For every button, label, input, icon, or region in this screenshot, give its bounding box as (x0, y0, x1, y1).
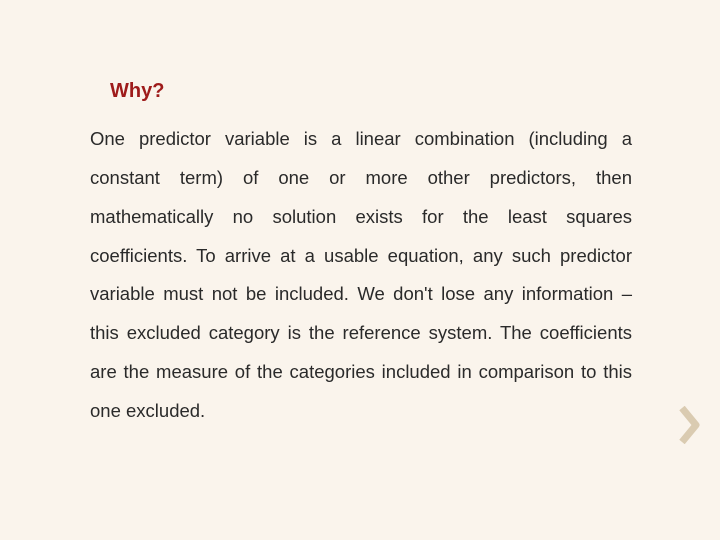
slide-body-text: One predictor variable is a linear combi… (90, 120, 632, 431)
next-arrow-icon (678, 406, 702, 444)
slide: Why? One predictor variable is a linear … (0, 0, 720, 540)
slide-title: Why? (110, 80, 164, 103)
